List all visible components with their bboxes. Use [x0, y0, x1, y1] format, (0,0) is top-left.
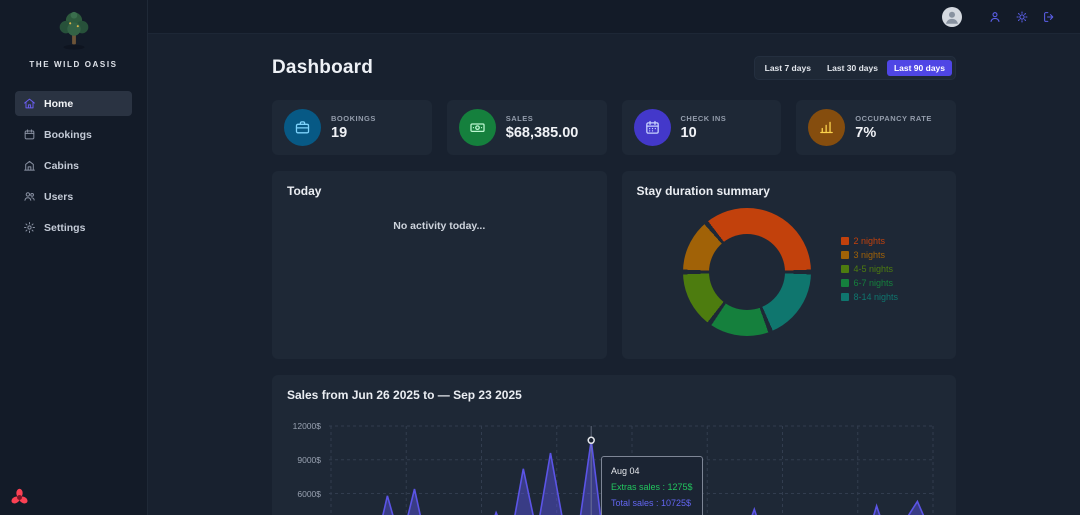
y-axis-tick: 12000$ — [293, 421, 321, 431]
stat-label: SALES — [506, 114, 579, 123]
user-icon[interactable] — [986, 8, 1004, 26]
stat-label: CHECK INS — [681, 114, 727, 123]
legend-label: 2 nights — [854, 236, 886, 246]
banknotes-icon — [459, 109, 496, 146]
stay-duration-panel: Stay duration summary 2 nights 3 nights 4-… — [622, 171, 957, 359]
calendar-days-icon — [634, 109, 671, 146]
stat-card-sales: SALES $68,385.00 — [447, 100, 607, 155]
legend-swatch-icon — [841, 237, 849, 245]
flower-icon — [9, 487, 30, 508]
stat-label: OCCUPANCY RATE — [855, 114, 932, 123]
chart-tooltip: Aug 04 Extras sales : 1275$Total sales :… — [601, 456, 703, 515]
app-title: THE WILD OASIS — [0, 60, 147, 69]
stat-value: 7% — [855, 125, 932, 141]
legend-item: 8-14 nights — [841, 292, 899, 302]
stat-card-occupancy: OCCUPANCY RATE 7% — [796, 100, 956, 155]
stat-card-bookings: BOOKINGS 19 — [272, 100, 432, 155]
y-axis-tick: 9000$ — [297, 455, 321, 465]
logout-icon[interactable] — [1040, 8, 1058, 26]
chart-legend: 2 nights 3 nights 4-5 nights 6-7 nights 8-14… — [841, 236, 899, 302]
filter-last-90-days[interactable]: Last 90 days — [887, 60, 952, 76]
calendar-icon — [23, 128, 36, 141]
filter-last-7-days[interactable]: Last 7 days — [758, 60, 818, 76]
today-empty-message: No activity today... — [287, 220, 592, 232]
stat-value: 10 — [681, 125, 727, 141]
briefcase-icon — [284, 109, 321, 146]
tooltip-item: Total sales : 10725$ — [611, 496, 693, 512]
sidebar-item-bookings[interactable]: Bookings — [15, 122, 132, 147]
stay-duration-donut-chart[interactable] — [683, 208, 811, 336]
stat-card-check-ins: CHECK INS 10 — [622, 100, 782, 155]
sidebar-item-users[interactable]: Users — [15, 184, 132, 209]
avatar — [942, 7, 962, 27]
legend-swatch-icon — [841, 251, 849, 259]
y-axis-tick: 6000$ — [297, 489, 321, 499]
sidebar-item-home[interactable]: Home — [15, 91, 132, 116]
sidebar-nav: Home Bookings Cabins Users Settings — [0, 91, 147, 240]
sidebar: THE WILD OASIS Home Bookings Cabins User… — [0, 0, 148, 515]
tooltip-date: Aug 04 — [611, 464, 693, 480]
legend-label: 3 nights — [854, 250, 886, 260]
tooltip-item: Extras sales : 1275$ — [611, 480, 693, 496]
cabin-icon — [23, 159, 36, 172]
date-filter-group: Last 7 days Last 30 days Last 90 days — [754, 56, 956, 80]
legend-swatch-icon — [841, 265, 849, 273]
legend-item: 3 nights — [841, 250, 899, 260]
sidebar-item-label: Bookings — [44, 129, 92, 141]
stat-value: $68,385.00 — [506, 125, 579, 141]
legend-swatch-icon — [841, 293, 849, 301]
sales-chart-panel: Sales from Jun 26 2025 to — Sep 23 2025 … — [272, 375, 956, 515]
sales-chart-title: Sales from Jun 26 2025 to — Sep 23 2025 — [287, 388, 941, 402]
gear-icon — [23, 221, 36, 234]
avatar-person-icon — [943, 8, 961, 26]
chart-bar-icon — [808, 109, 845, 146]
header — [148, 0, 1080, 34]
sidebar-item-label: Users — [44, 191, 73, 203]
sun-icon — [1015, 10, 1029, 24]
sidebar-item-cabins[interactable]: Cabins — [15, 153, 132, 178]
sales-chart-area: 12000$9000$6000$3000$0$ Aug 04 Extras sa… — [287, 416, 941, 515]
legend-label: 6-7 nights — [854, 278, 894, 288]
page-title: Dashboard — [272, 57, 373, 79]
stay-duration-title: Stay duration summary — [637, 184, 942, 198]
users-icon — [23, 190, 36, 203]
tooltip-items: Extras sales : 1275$Total sales : 10725$ — [611, 480, 693, 512]
dark-mode-toggle[interactable] — [1013, 8, 1031, 26]
today-panel: Today No activity today... — [272, 171, 607, 359]
react-query-devtools-button[interactable] — [9, 487, 30, 508]
legend-label: 8-14 nights — [854, 292, 899, 302]
logo-tree-icon — [51, 9, 97, 51]
home-icon — [23, 97, 36, 110]
main-content: Dashboard Last 7 days Last 30 days Last … — [148, 34, 1080, 515]
filter-last-30-days[interactable]: Last 30 days — [820, 60, 885, 76]
stats-row: BOOKINGS 19 SALES $68,385.00 CHECK INS 1… — [272, 100, 956, 155]
sidebar-item-settings[interactable]: Settings — [15, 215, 132, 240]
sidebar-item-label: Cabins — [44, 160, 79, 172]
sidebar-item-label: Home — [44, 98, 73, 110]
legend-item: 4-5 nights — [841, 264, 899, 274]
stat-value: 19 — [331, 125, 376, 141]
legend-swatch-icon — [841, 279, 849, 287]
today-panel-title: Today — [287, 184, 592, 198]
legend-item: 6-7 nights — [841, 278, 899, 288]
sidebar-item-label: Settings — [44, 222, 85, 234]
y-axis: 12000$9000$6000$3000$0$ — [287, 416, 321, 515]
logo: THE WILD OASIS — [0, 9, 147, 69]
legend-item: 2 nights — [841, 236, 899, 246]
stat-label: BOOKINGS — [331, 114, 376, 123]
legend-label: 4-5 nights — [854, 264, 894, 274]
app-window: THE WILD OASIS Home Bookings Cabins User… — [0, 0, 1080, 515]
